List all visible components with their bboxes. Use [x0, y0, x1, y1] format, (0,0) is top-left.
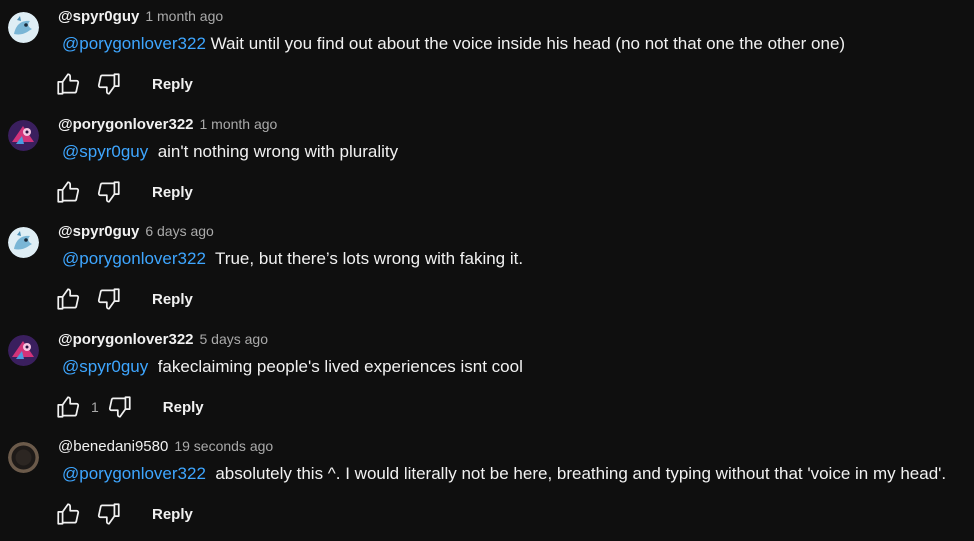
thumbs-up-icon[interactable]	[55, 501, 81, 527]
mention-link[interactable]: @spyr0guy	[62, 357, 148, 376]
comment-body: True, but there’s lots wrong with faking…	[205, 249, 524, 268]
comment-body: Wait until you find out about the voice …	[205, 34, 846, 53]
comment-author[interactable]: @benedani9580	[58, 438, 168, 455]
comment-text: @spyr0guy ain't nothing wrong with plura…	[62, 142, 398, 162]
comment: @spyr0guy 1 month ago @porygonlover322 W…	[0, 8, 974, 108]
comment-text: @spyr0guy fakeclaiming people's lived ex…	[62, 357, 523, 377]
reply-button[interactable]: Reply	[163, 399, 204, 416]
reply-button[interactable]: Reply	[152, 506, 193, 523]
thumbs-down-icon[interactable]	[96, 179, 122, 205]
comment-header: @spyr0guy 1 month ago	[58, 8, 223, 30]
comment-text: @porygonlover322 Wait until you find out…	[62, 34, 845, 54]
comment: @spyr0guy 6 days ago @porygonlover322 Tr…	[0, 223, 974, 323]
comment-text: @porygonlover322 absolutely this ^. I wo…	[62, 464, 946, 484]
thumbs-down-icon[interactable]	[107, 394, 133, 420]
mention-link[interactable]: @porygonlover322	[62, 464, 206, 483]
comment-header: @spyr0guy 6 days ago	[58, 223, 214, 245]
comment-timestamp[interactable]: 6 days ago	[145, 223, 214, 239]
comment-timestamp[interactable]: 19 seconds ago	[174, 438, 273, 454]
comment-timestamp[interactable]: 1 month ago	[145, 8, 223, 24]
avatar[interactable]	[8, 12, 39, 43]
comment-actions: 1 Reply	[55, 394, 204, 420]
comment-body: absolutely this ^. I would literally not…	[205, 464, 947, 483]
comment-body: fakeclaiming people's lived experiences …	[148, 357, 523, 376]
comment-header: @porygonlover322 5 days ago	[58, 331, 268, 353]
thumbs-down-icon[interactable]	[96, 501, 122, 527]
thumbs-up-icon[interactable]	[55, 179, 81, 205]
comment-header: @benedani9580 19 seconds ago	[58, 438, 273, 460]
thumbs-up-icon[interactable]	[55, 71, 81, 97]
comment: @porygonlover322 1 month ago @spyr0guy a…	[0, 116, 974, 216]
comment: @benedani9580 19 seconds ago @porygonlov…	[0, 438, 974, 538]
comment-thread: @spyr0guy 1 month ago @porygonlover322 W…	[0, 0, 974, 541]
reply-button[interactable]: Reply	[152, 291, 193, 308]
comment-author[interactable]: @spyr0guy	[58, 8, 139, 25]
comment-body: ain't nothing wrong with plurality	[148, 142, 399, 161]
comment-author[interactable]: @spyr0guy	[58, 223, 139, 240]
mention-link[interactable]: @spyr0guy	[62, 142, 148, 161]
comment-actions: Reply	[55, 179, 193, 205]
comment-header: @porygonlover322 1 month ago	[58, 116, 277, 138]
avatar[interactable]	[8, 120, 39, 151]
comment-author[interactable]: @porygonlover322	[58, 331, 194, 348]
comment-text: @porygonlover322 True, but there’s lots …	[62, 249, 523, 269]
comment-actions: Reply	[55, 286, 193, 312]
comment-actions: Reply	[55, 71, 193, 97]
comment-timestamp[interactable]: 1 month ago	[200, 116, 278, 132]
mention-link[interactable]: @porygonlover322	[62, 249, 206, 268]
avatar[interactable]	[8, 227, 39, 258]
reply-button[interactable]: Reply	[152, 184, 193, 201]
comment: @porygonlover322 5 days ago @spyr0guy fa…	[0, 331, 974, 431]
reply-button[interactable]: Reply	[152, 76, 193, 93]
thumbs-down-icon[interactable]	[96, 286, 122, 312]
mention-link[interactable]: @porygonlover322	[62, 34, 206, 53]
comment-timestamp[interactable]: 5 days ago	[200, 331, 269, 347]
thumbs-up-icon[interactable]	[55, 286, 81, 312]
comment-author[interactable]: @porygonlover322	[58, 116, 194, 133]
avatar[interactable]	[8, 442, 39, 473]
comment-actions: Reply	[55, 501, 193, 527]
thumbs-up-icon[interactable]	[55, 394, 81, 420]
avatar[interactable]	[8, 335, 39, 366]
like-count: 1	[91, 399, 99, 415]
thumbs-down-icon[interactable]	[96, 71, 122, 97]
